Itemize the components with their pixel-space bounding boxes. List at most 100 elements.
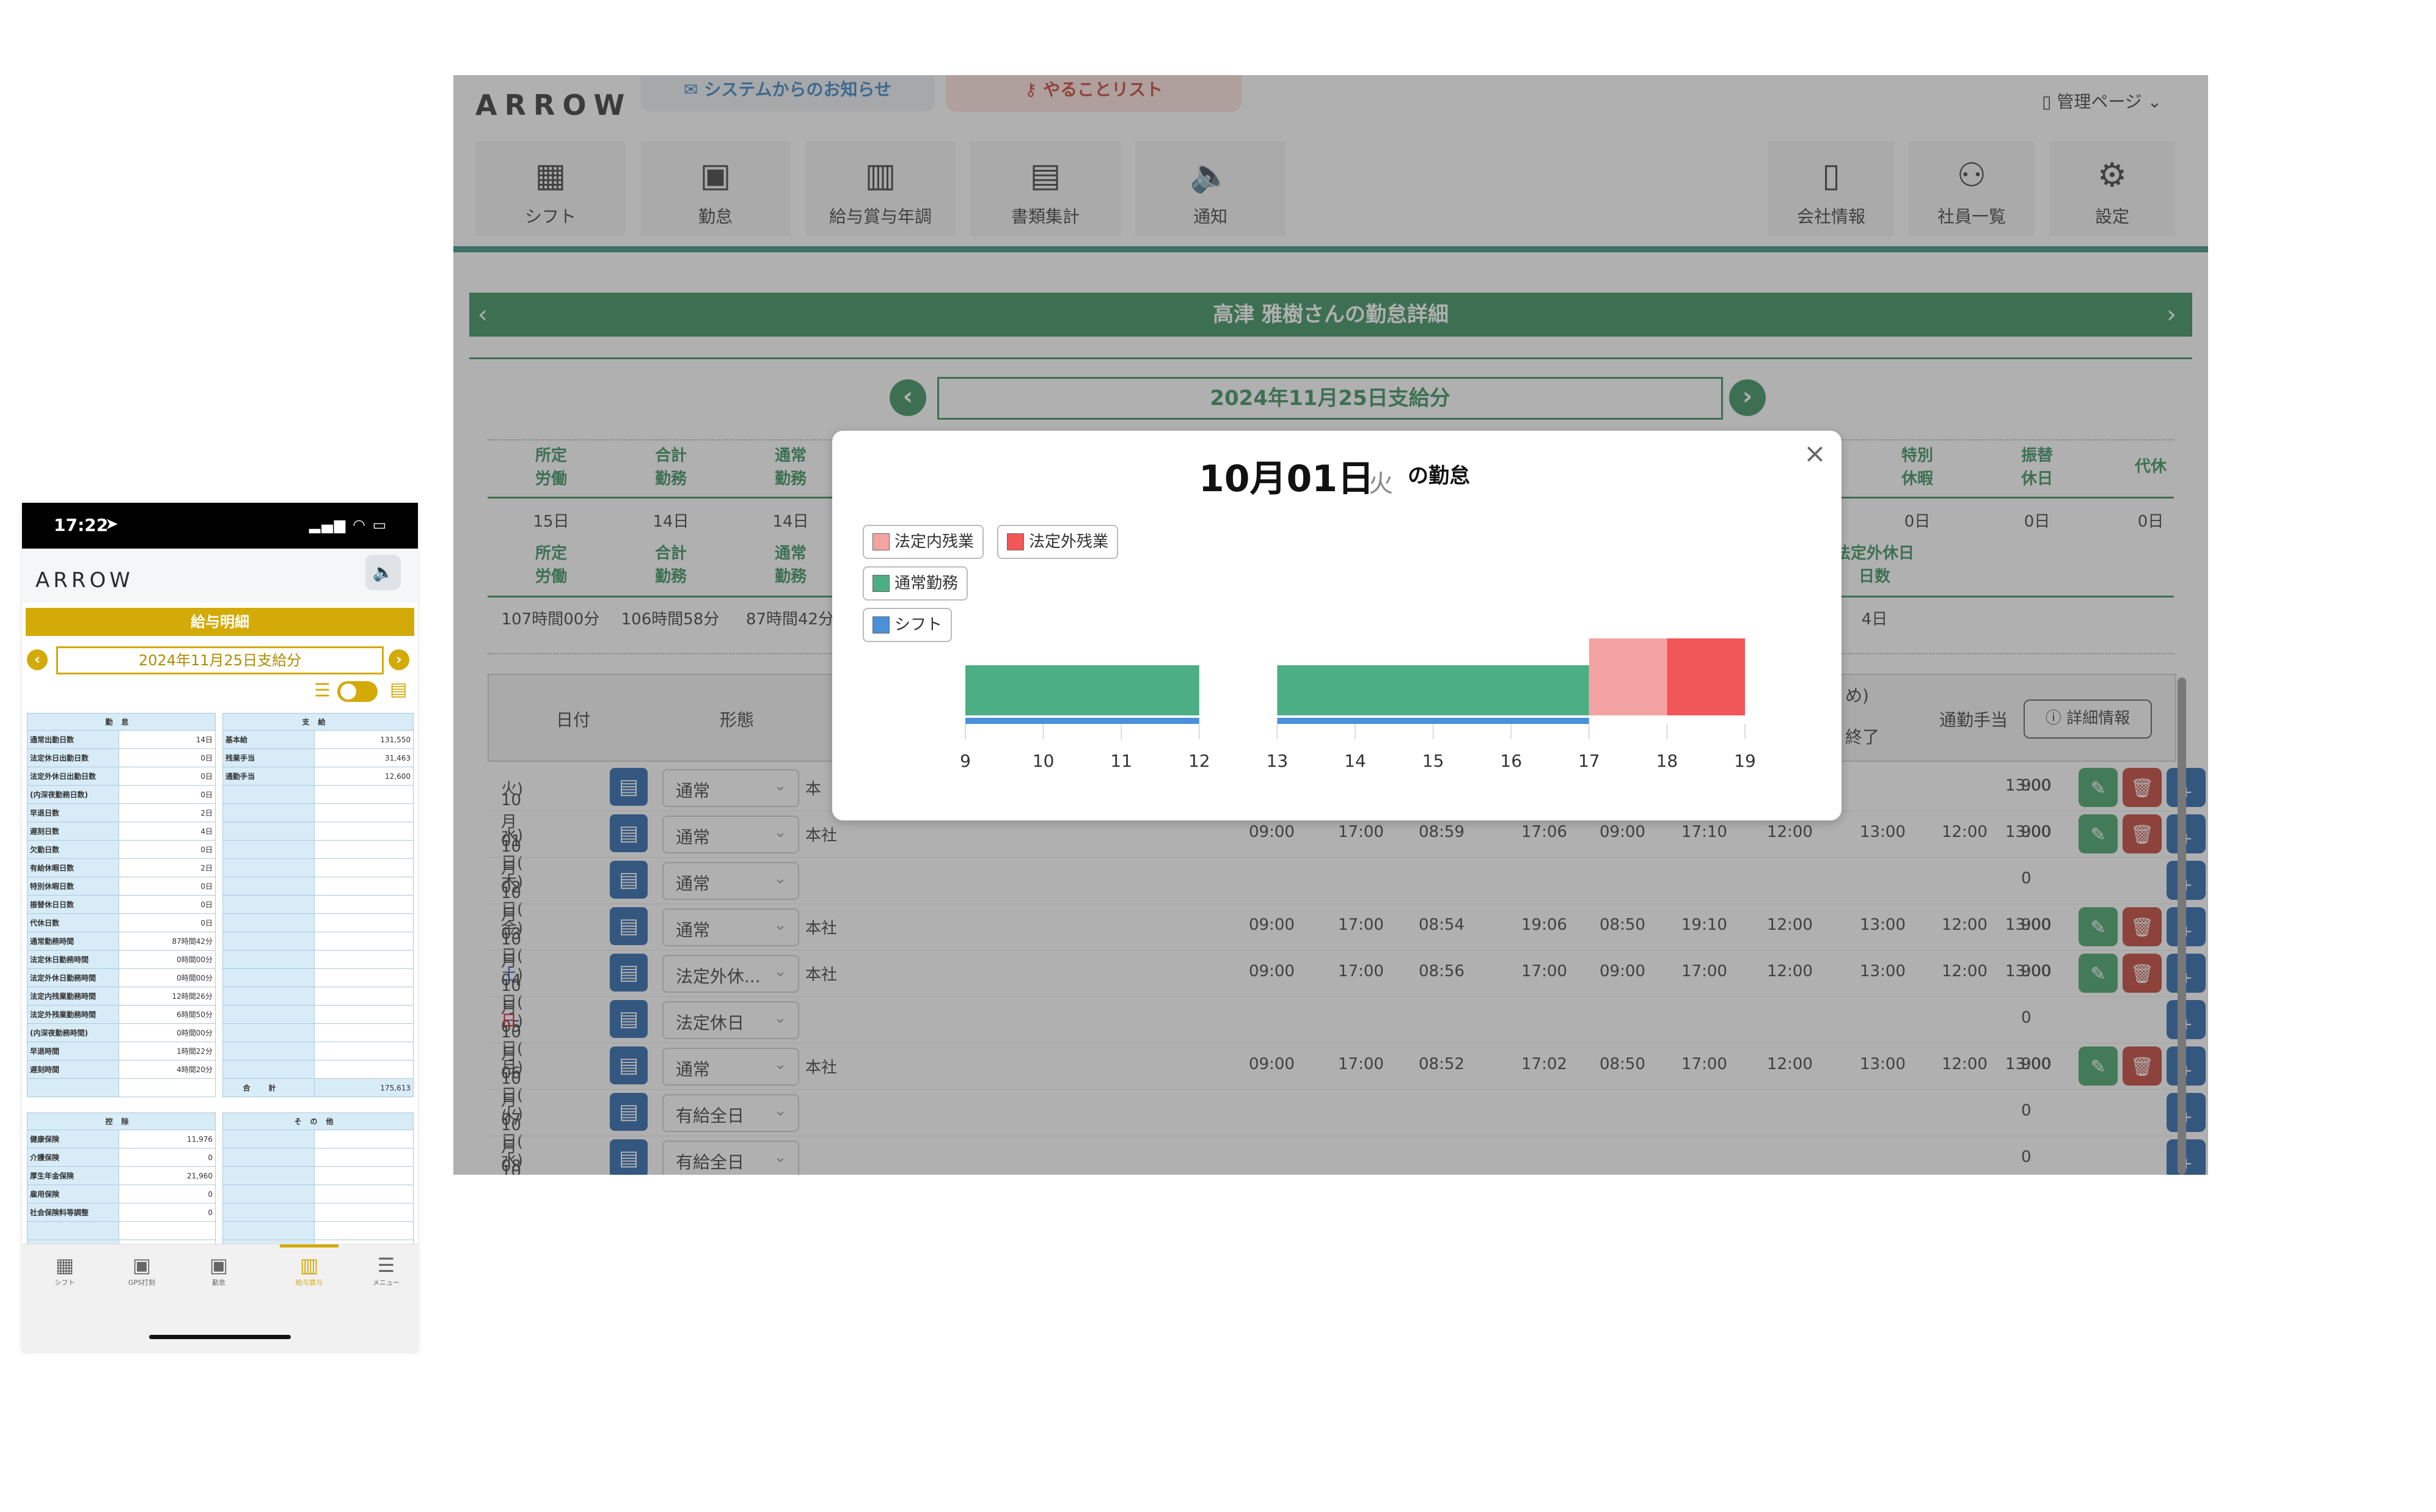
row-value: 0日 xyxy=(118,785,216,804)
row-label xyxy=(222,968,315,987)
row-value: 2日 xyxy=(118,858,216,877)
row-label xyxy=(222,1130,315,1149)
row-label xyxy=(27,1221,119,1240)
document-view-icon[interactable]: ▤ xyxy=(390,679,407,700)
period-selector[interactable]: 2024年11月25日支給分 xyxy=(56,646,384,674)
row-label: 通常出勤日数 xyxy=(27,730,119,749)
row-value xyxy=(313,785,414,804)
regular-work-bar xyxy=(965,665,1199,715)
row-value: 14日 xyxy=(118,730,216,749)
table-row: 通常出勤日数 14日 xyxy=(27,730,216,749)
table-row xyxy=(222,950,414,969)
legend-label: 法定外残業 xyxy=(1029,533,1109,551)
x-tick-label: 13 xyxy=(1267,751,1289,771)
legend-overtime-legal[interactable]: 法定内残業 xyxy=(863,525,984,559)
table-row: 法定外休日勤務時間 0時間00分 xyxy=(27,968,216,987)
row-value xyxy=(313,1221,414,1240)
tab-shift[interactable]: ▦ シフト xyxy=(34,1253,95,1287)
tab-attendance[interactable]: ▣ 勤怠 xyxy=(188,1253,249,1287)
row-label: 基本給 xyxy=(222,730,315,749)
table-row: 特別休暇日数 0日 xyxy=(27,877,216,896)
overtime-bar xyxy=(1589,638,1667,715)
row-value: 12時間26分 xyxy=(118,987,216,1006)
row-label: 雇用保険 xyxy=(27,1185,119,1203)
row-label xyxy=(222,932,315,951)
table-row xyxy=(222,1166,414,1185)
legend-swatch xyxy=(872,533,890,550)
table-row xyxy=(222,1203,414,1222)
tab-menu[interactable]: ☰ メニュー xyxy=(356,1253,417,1287)
row-value xyxy=(118,1221,216,1240)
table-header: その他 xyxy=(222,1112,414,1130)
row-label: 法定外休日出勤日数 xyxy=(27,767,119,786)
tab-label: 給与賞与 xyxy=(296,1279,323,1287)
legend-regular[interactable]: 通常勤務 xyxy=(863,566,968,601)
table-row xyxy=(222,785,414,804)
tab-label: シフト xyxy=(54,1279,75,1287)
signal-wifi-battery-icon: ▂▄▆ ◠ ▭ xyxy=(309,516,388,533)
table-row: 遅刻時間 4時間20分 xyxy=(27,1060,216,1079)
row-value xyxy=(313,932,414,951)
legend-overtime-extra[interactable]: 法定外残業 xyxy=(997,525,1119,559)
table-row xyxy=(27,1078,216,1097)
row-value: 0日 xyxy=(118,840,216,859)
row-label: 健康保険 xyxy=(27,1130,119,1149)
row-label xyxy=(222,895,315,914)
row-value: 4時間20分 xyxy=(118,1060,216,1079)
x-tick-label: 9 xyxy=(960,751,971,771)
next-period-button[interactable]: › xyxy=(389,649,409,670)
row-label xyxy=(222,822,315,841)
table-row: 法定休日勤務時間 0時間00分 xyxy=(27,950,216,969)
view-toggle[interactable] xyxy=(337,681,378,702)
x-tick-label: 10 xyxy=(1033,751,1055,771)
row-value: 0時間00分 xyxy=(118,1023,216,1042)
x-tick-label: 15 xyxy=(1422,751,1444,771)
briefcase-icon: ▣ xyxy=(209,1254,229,1277)
table-row xyxy=(222,1042,414,1061)
table-row: 法定外休日出勤日数 0日 xyxy=(27,767,216,786)
legend-label: 法定内残業 xyxy=(894,533,975,551)
speaker-icon[interactable]: 🔈 xyxy=(365,555,401,590)
table-row xyxy=(222,1221,414,1240)
row-label xyxy=(222,858,315,877)
prev-period-button[interactable]: ‹ xyxy=(27,649,48,670)
row-value: 131,550 xyxy=(313,730,414,749)
row-label: 早退時間 xyxy=(27,1042,119,1061)
table-row: 健康保険 11,976 xyxy=(27,1130,216,1149)
row-value: 0時間00分 xyxy=(118,950,216,969)
attendance-header: 勤怠 xyxy=(26,713,216,731)
row-label: 遅刻時間 xyxy=(27,1060,119,1079)
legend-shift[interactable]: シフト xyxy=(863,608,953,642)
table-row: (内深夜勤務日数) 0日 xyxy=(27,785,216,804)
table-row xyxy=(222,840,414,859)
tab-gps[interactable]: ▣ GPS打刻 xyxy=(111,1253,172,1287)
row-value: 0 xyxy=(118,1185,216,1203)
table-row: 介護保険 0 xyxy=(27,1148,216,1167)
close-icon[interactable]: × xyxy=(1804,438,1826,469)
table-row xyxy=(222,913,414,932)
list-view-icon[interactable]: ☰ xyxy=(314,680,331,701)
row-label: 法定休日出勤日数 xyxy=(27,748,119,767)
overtime-bar xyxy=(1667,638,1745,715)
shift-bar xyxy=(1277,718,1589,724)
table-row: 法定内残業勤務時間 12時間26分 xyxy=(27,987,216,1006)
table-row: 社会保険料等調整 0 xyxy=(27,1203,216,1222)
x-tick-label: 12 xyxy=(1188,751,1210,771)
row-label: 遅刻日数 xyxy=(27,822,119,841)
active-tab-indicator xyxy=(280,1244,338,1247)
table-row: 通常勤務時間 87時間42分 xyxy=(27,932,216,951)
legend-swatch xyxy=(872,616,890,634)
tab-payroll[interactable]: ▥ 給与賞与 xyxy=(279,1253,340,1287)
app-logo: ARROW xyxy=(35,568,134,593)
status-bar: 17:22 ➤ ▂▄▆ ◠ ▭ xyxy=(22,503,418,549)
regular-work-bar xyxy=(1277,665,1589,715)
row-label: 振替休日日数 xyxy=(27,895,119,914)
row-value xyxy=(313,803,414,822)
row-label xyxy=(222,913,315,932)
row-value xyxy=(313,968,414,987)
status-time: 17:22 xyxy=(54,515,109,535)
row-label xyxy=(222,1166,315,1185)
row-label xyxy=(222,950,315,969)
mobile-app-screen: 17:22 ➤ ▂▄▆ ◠ ▭ ARROW 🔈 給与明細 ‹ 2024年11月2… xyxy=(22,503,418,1352)
row-value xyxy=(313,1148,414,1167)
